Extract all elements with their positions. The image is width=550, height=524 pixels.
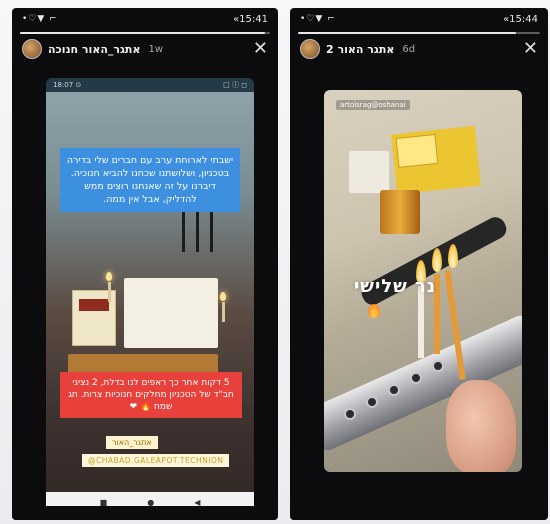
story-progress-bar <box>20 32 270 34</box>
user-tag[interactable]: artolsrag@oshanai <box>336 100 410 110</box>
status-time: «15:44 <box>503 13 538 25</box>
flame-icon <box>432 248 442 272</box>
candle-cup <box>388 384 400 396</box>
inner-status-icons: □ ⓘ ◻ <box>223 81 247 89</box>
hand <box>446 380 516 472</box>
story-progress-fill <box>298 32 516 34</box>
story-progress-fill <box>20 32 265 34</box>
menorah-box-open <box>124 278 218 348</box>
status-time: «15:41 <box>233 13 268 25</box>
story-comparison: •♡▼ ⌐ «15:41 אתגר_האור חנוכה 1w ✕ 18:07 … <box>0 0 550 524</box>
shared-screenshot: 18:07 ⊙ □ ⓘ ◻ ישבתי לארוחת ערב עם חברים … <box>46 78 254 512</box>
menorah-box <box>391 125 481 195</box>
inner-status-time: 18:07 ⊙ <box>53 81 82 89</box>
candle <box>222 302 225 322</box>
story-header: 2 אתגר האור 6d ✕ <box>290 34 548 64</box>
story-username[interactable]: 2 אתגר האור <box>326 43 394 56</box>
story-screen-right: •♡▼ ⌐ «15:44 2 אתגר האור 6d ✕ artolsrag@… <box>290 8 548 520</box>
status-bar: •♡▼ ⌐ «15:41 <box>12 8 278 30</box>
close-icon[interactable]: ✕ <box>253 40 268 58</box>
candle <box>108 282 111 302</box>
candle-cup <box>344 408 356 420</box>
status-bar: •♡▼ ⌐ «15:44 <box>290 8 548 30</box>
candle-cup <box>432 360 444 372</box>
status-icons: •♡▼ ⌐ <box>22 14 58 24</box>
story-username[interactable]: אתגר_האור חנוכה <box>48 43 140 56</box>
flame-icon <box>106 272 112 281</box>
caption-red: 5 דקות אחר כך ראפים לנו בדלת, 2 נציגי חב… <box>60 372 242 418</box>
avatar[interactable] <box>300 39 320 59</box>
story-timestamp: 6d <box>402 43 416 55</box>
story-progress-bar <box>298 32 540 34</box>
hashtag-sticker[interactable]: אתגר_האור <box>106 436 158 449</box>
status-icons: •♡▼ ⌐ <box>300 14 336 24</box>
story-header: אתגר_האור חנוכה 1w ✕ <box>12 34 278 64</box>
bottom-bar <box>290 506 548 520</box>
wall-socket <box>348 150 390 194</box>
candle-cup <box>366 396 378 408</box>
inner-status-bar: 18:07 ⊙ □ ⓘ ◻ <box>46 78 254 92</box>
candle-cup <box>410 372 422 384</box>
candle-tin <box>380 190 420 234</box>
mention-sticker[interactable]: @CHABAD.GALEAPOT.TECHNION <box>82 454 230 467</box>
flame-icon <box>220 292 226 301</box>
menorah-photo: ישבתי לארוחת ערב עם חברים שלי בדירה בטכנ… <box>46 92 254 492</box>
story-timestamp: 1w <box>148 43 164 55</box>
caption-blue: ישבתי לארוחת ערב עם חברים שלי בדירה בטכנ… <box>60 148 240 212</box>
close-icon[interactable]: ✕ <box>523 40 538 58</box>
story-text-overlay: נר שלישי <box>354 276 437 297</box>
story-screen-left: •♡▼ ⌐ «15:41 אתגר_האור חנוכה 1w ✕ 18:07 … <box>12 8 278 520</box>
bottom-bar <box>12 506 278 520</box>
fire-icon <box>368 304 380 318</box>
flame-icon <box>448 244 458 268</box>
avatar[interactable] <box>22 39 42 59</box>
candle-lighting-photo: artolsrag@oshanai נר שלישי <box>324 90 522 472</box>
